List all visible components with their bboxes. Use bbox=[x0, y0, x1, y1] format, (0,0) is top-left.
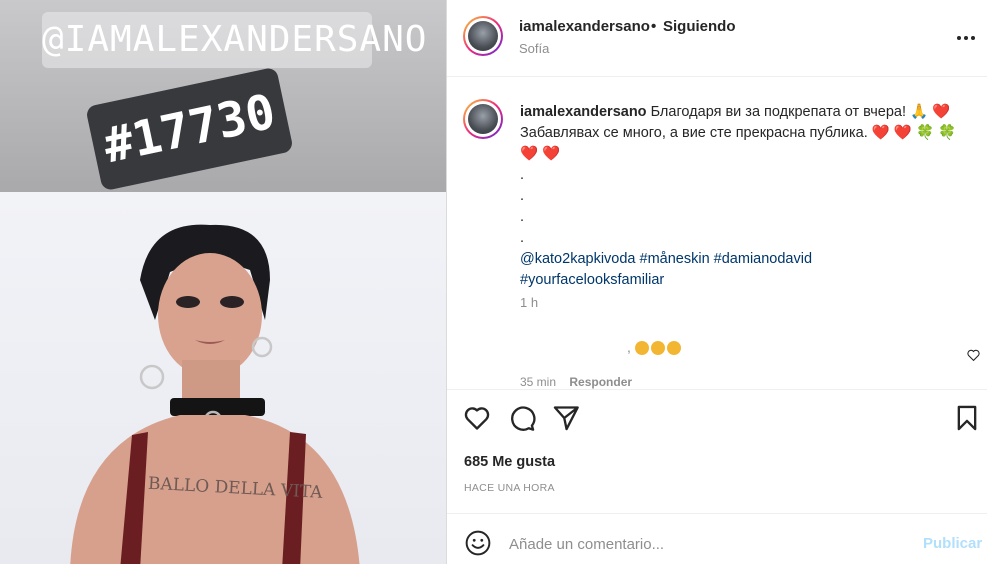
clap-icon bbox=[650, 341, 665, 356]
hashtag-link[interactable]: #yourfacelooksfamiliar bbox=[520, 272, 664, 288]
clap-icon bbox=[666, 341, 681, 356]
share-icon[interactable] bbox=[552, 404, 580, 432]
comment-like-heart-icon[interactable] bbox=[967, 349, 980, 361]
caption-time: 1 h bbox=[520, 295, 539, 310]
likes-count[interactable]: 685 Me gusta bbox=[464, 454, 555, 470]
caption-text: iamalexandersano Благодаря ви за подкреп… bbox=[520, 102, 972, 291]
hashtag-link[interactable]: #damianodavid bbox=[714, 251, 812, 267]
heart-icon[interactable] bbox=[463, 404, 491, 432]
posted-time[interactable]: HACE UNA HORA bbox=[464, 482, 555, 494]
comment-bar: Publicar bbox=[447, 513, 987, 565]
caption-username[interactable]: iamalexandersano bbox=[520, 104, 647, 120]
location-link[interactable]: Sofía bbox=[519, 41, 549, 56]
sticker-handle: @IAMALEXANDERSANO bbox=[42, 12, 426, 68]
caption-line-1: Благодаря ви за подкрепата от вчера! 🙏 ❤… bbox=[650, 104, 951, 120]
comment-input[interactable] bbox=[507, 528, 891, 560]
mention-link[interactable]: @kato2kapkivoda bbox=[520, 251, 635, 267]
header-separator: • bbox=[651, 18, 657, 35]
emoji-icon[interactable] bbox=[465, 530, 491, 556]
publish-button[interactable]: Publicar bbox=[923, 535, 982, 552]
post-header: iamalexandersano • Siguiendo Sofía bbox=[447, 0, 987, 77]
avatar[interactable] bbox=[463, 16, 503, 56]
clap-icon bbox=[634, 341, 649, 356]
post-actions: 685 Me gusta HACE UNA HORA bbox=[447, 390, 987, 514]
post-media[interactable]: @IAMALEXANDERSANO #17730 BALLO DELLA VIT… bbox=[0, 0, 446, 564]
caption-line-3: ❤️ ❤️ bbox=[520, 146, 561, 162]
comment-time: 35 min bbox=[520, 375, 557, 389]
caption-dots: . . . . bbox=[520, 167, 525, 246]
reply-button[interactable]: Responder bbox=[569, 375, 632, 389]
hashtag-link[interactable]: #måneskin bbox=[640, 251, 710, 267]
comments-area[interactable]: iamalexandersano Благодаря ви за подкреп… bbox=[447, 77, 987, 389]
more-horizontal-icon[interactable] bbox=[955, 28, 977, 48]
comment-meta: 35 min Responder bbox=[520, 375, 632, 389]
caption-avatar[interactable] bbox=[463, 99, 503, 139]
comment-icon[interactable] bbox=[508, 404, 536, 432]
person-photo: BALLO DELLA VITA bbox=[70, 224, 360, 564]
comment-clap-emojis: , bbox=[627, 339, 683, 356]
bookmark-icon[interactable] bbox=[953, 404, 981, 432]
header-username[interactable]: iamalexandersano bbox=[519, 18, 650, 35]
caption-line-2: Забавлявах се много, а вие сте прекрасна… bbox=[520, 125, 957, 141]
follow-status-button[interactable]: Siguiendo bbox=[663, 18, 736, 35]
